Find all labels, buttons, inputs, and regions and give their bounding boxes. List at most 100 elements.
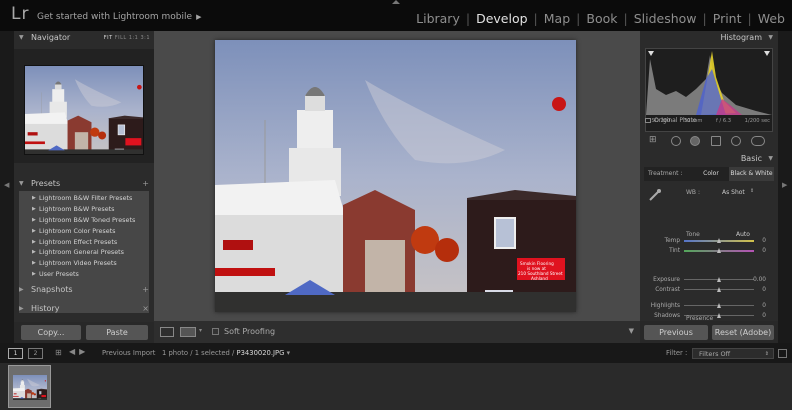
- lightroom-mobile-link[interactable]: Get started with Lightroom mobile ▶: [37, 12, 201, 22]
- slider-thumb[interactable]: [716, 313, 721, 318]
- slider-temp[interactable]: Temp 0: [640, 236, 778, 246]
- paste-button[interactable]: Paste: [86, 325, 148, 340]
- zoom-fill[interactable]: FILL: [115, 35, 127, 41]
- zoom-fit[interactable]: FIT: [104, 35, 113, 41]
- presets-header[interactable]: ▼ Presets +: [14, 177, 154, 191]
- slider-contrast[interactable]: Contrast 0: [640, 285, 778, 295]
- forward-arrow-icon[interactable]: ▶: [79, 347, 89, 356]
- red-eye-icon[interactable]: [690, 136, 700, 146]
- reset-button[interactable]: Reset (Adobe): [712, 325, 774, 340]
- soft-proofing-checkbox[interactable]: [212, 328, 219, 335]
- slider-value[interactable]: 0: [762, 311, 766, 321]
- toolbar-menu-icon[interactable]: ▼: [629, 327, 634, 335]
- filmstrip: [0, 363, 792, 410]
- nav-arrows: ◀▶: [69, 347, 89, 356]
- graduated-filter-icon[interactable]: [711, 136, 721, 146]
- treatment-label: Treatment :: [648, 170, 683, 177]
- collapse-triangle-icon: ▼: [768, 155, 773, 162]
- module-develop[interactable]: Develop: [475, 11, 528, 26]
- module-map[interactable]: Map: [543, 11, 571, 26]
- adjustment-brush-icon[interactable]: [751, 136, 765, 146]
- spot-removal-icon[interactable]: [671, 136, 681, 146]
- slider-thumb[interactable]: [716, 303, 721, 308]
- slider-value[interactable]: 0.00: [753, 275, 766, 285]
- before-after-icon[interactable]: [180, 327, 196, 337]
- wb-dropdown-icon[interactable]: ⇕: [750, 188, 754, 194]
- navigator-header[interactable]: ▼ Navigator FIT FILL 1:1 3:1: [14, 31, 154, 45]
- slider-thumb[interactable]: [716, 248, 721, 253]
- photo-image: Smokin Flooring is now at 210 Southland …: [215, 40, 576, 312]
- play-arrow-icon: ▶: [196, 13, 202, 21]
- filter-dropdown[interactable]: Filters Off ⇕: [692, 348, 774, 359]
- module-library[interactable]: Library: [415, 11, 461, 26]
- module-picker: Library | Develop | Map | Book | Slideshow | …: [415, 11, 786, 26]
- main-photo[interactable]: Smokin Flooring is now at 210 Southland …: [215, 40, 576, 312]
- module-book[interactable]: Book: [585, 11, 618, 26]
- slider-value[interactable]: 0: [762, 301, 766, 311]
- slider-thumb[interactable]: [716, 277, 721, 282]
- slider-value[interactable]: 0: [762, 236, 766, 246]
- loupe-view-icon[interactable]: [160, 327, 174, 337]
- preset-folder[interactable]: ▶ Lightroom B&W Filter Presets: [19, 193, 149, 204]
- history-header[interactable]: ▶ History ×: [14, 302, 154, 316]
- grid-view-icon[interactable]: ⊞: [55, 348, 62, 357]
- auto-tone-button[interactable]: Auto: [736, 231, 750, 238]
- module-web[interactable]: Web: [757, 11, 786, 26]
- slider-value[interactable]: 0: [762, 285, 766, 295]
- preset-folder[interactable]: ▶ Lightroom Effect Presets: [19, 237, 149, 248]
- main-window-button[interactable]: 1: [8, 348, 23, 359]
- module-slideshow[interactable]: Slideshow: [633, 11, 698, 26]
- preset-folder[interactable]: ▶ Lightroom B&W Presets: [19, 204, 149, 215]
- crop-grid-icon[interactable]: ⊞: [649, 135, 657, 145]
- add-preset-icon[interactable]: +: [142, 177, 149, 191]
- zoom-3-1[interactable]: 3:1: [140, 35, 150, 41]
- preset-folder[interactable]: ▶ Lightroom Video Presets: [19, 258, 149, 269]
- slider-value[interactable]: 0: [762, 246, 766, 256]
- back-arrow-icon[interactable]: ◀: [69, 347, 79, 356]
- basic-header[interactable]: Basic ▼: [640, 152, 778, 166]
- preset-folder[interactable]: ▶ Lightroom Color Presets: [19, 226, 149, 237]
- treatment-color[interactable]: Color: [696, 167, 726, 181]
- filter-lock-icon[interactable]: [778, 349, 787, 358]
- clear-history-icon[interactable]: ×: [142, 302, 149, 316]
- top-panel-toggle-icon[interactable]: [392, 0, 400, 4]
- wb-dropdown[interactable]: As Shot: [722, 189, 745, 196]
- filmstrip-thumbnail[interactable]: [8, 365, 51, 408]
- lightroom-logo: Lr: [11, 4, 30, 24]
- left-panel-edge[interactable]: ◀: [0, 31, 14, 343]
- snapshots-title: Snapshots: [31, 285, 73, 294]
- source-label[interactable]: Previous Import: [102, 349, 155, 357]
- slider-thumb[interactable]: [716, 238, 721, 243]
- navigator-preview: [14, 49, 154, 163]
- presets-title: Presets: [31, 179, 61, 188]
- before-after-dropdown-icon[interactable]: ▾: [199, 327, 202, 334]
- slider-exposure[interactable]: Exposure 0.00: [640, 275, 778, 285]
- radial-filter-icon[interactable]: [731, 136, 741, 146]
- preset-folder[interactable]: ▶ Lightroom General Presets: [19, 247, 149, 258]
- slider-highlights[interactable]: Highlights 0: [640, 301, 778, 311]
- collapse-right-icon[interactable]: ▶: [782, 181, 787, 189]
- preset-folder[interactable]: ▶ User Presets: [19, 269, 149, 280]
- previous-button[interactable]: Previous: [644, 325, 708, 340]
- expand-triangle-icon: ▶: [19, 286, 24, 293]
- second-window-button[interactable]: 2: [28, 348, 43, 359]
- histogram-header[interactable]: Histogram ▼: [640, 31, 778, 45]
- zoom-1-1[interactable]: 1:1: [129, 35, 139, 41]
- slider-tint[interactable]: Tint 0: [640, 246, 778, 256]
- navigator-image: [25, 66, 143, 154]
- collapse-left-icon[interactable]: ◀: [4, 181, 9, 189]
- treatment-row: Treatment : Color Black & White: [644, 167, 774, 181]
- right-panel-edge[interactable]: ▶: [778, 31, 792, 343]
- filter-label: Filter :: [666, 349, 688, 357]
- navigator-thumbnail[interactable]: [24, 65, 144, 155]
- add-snapshot-icon[interactable]: +: [142, 283, 149, 297]
- copy-button[interactable]: Copy...: [21, 325, 81, 340]
- white-balance-eyedropper-icon[interactable]: [648, 188, 662, 202]
- preset-folder[interactable]: ▶ Lightroom B&W Toned Presets: [19, 215, 149, 226]
- selected-filename[interactable]: P3430020.JPG: [237, 349, 285, 357]
- module-print[interactable]: Print: [712, 11, 743, 26]
- slider-thumb[interactable]: [716, 287, 721, 292]
- aperture-value: f / 6.3: [715, 118, 732, 124]
- snapshots-header[interactable]: ▶ Snapshots +: [14, 283, 154, 297]
- treatment-black-white[interactable]: Black & White: [729, 167, 774, 181]
